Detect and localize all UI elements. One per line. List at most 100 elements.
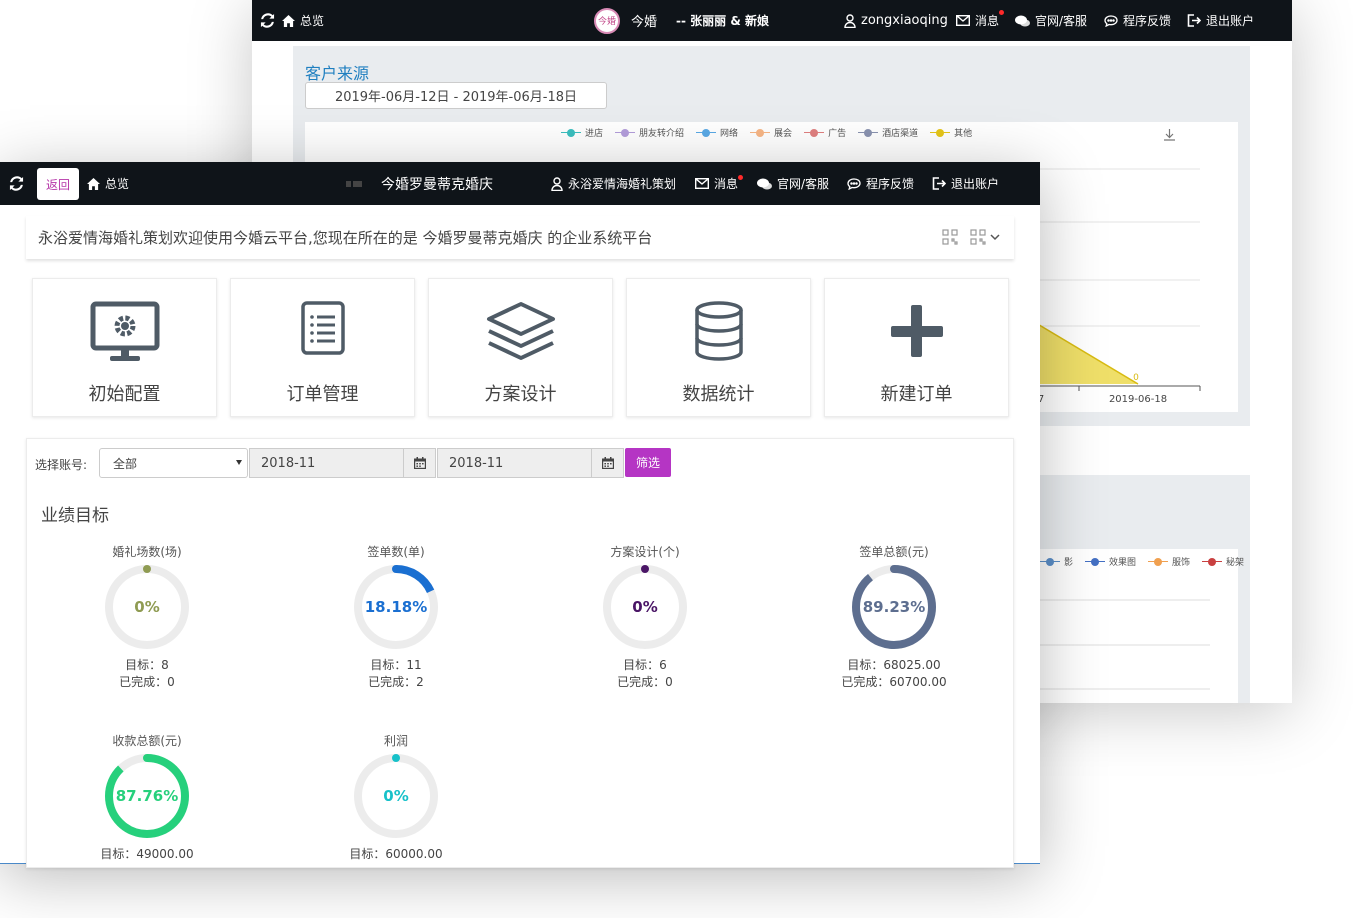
start-month-input[interactable]: 2018-11 — [249, 448, 404, 478]
gauge-completed: 已完成：0 — [617, 675, 673, 689]
tile-data-statistics[interactable]: 数据统计 — [626, 278, 811, 417]
gauge-start-dot — [641, 565, 649, 573]
gauge-target: 目标：6 — [623, 658, 667, 672]
list-document-icon — [300, 301, 345, 355]
tile-label: 订单管理 — [286, 384, 359, 405]
front-feedback-link[interactable]: 程序反馈 — [847, 162, 914, 205]
point-label: 0 — [1133, 373, 1139, 383]
welcome-tools — [942, 229, 1000, 245]
gauge-target: 目标：49000.00 — [100, 847, 194, 861]
refresh-icon — [260, 13, 275, 28]
comment-dots-icon — [847, 177, 861, 190]
envelope-icon — [695, 178, 709, 189]
tile-label: 方案设计 — [484, 384, 557, 405]
back-logout-label: 退出账户 — [1206, 14, 1255, 28]
back-site-service-label: 官网/客服 — [1035, 14, 1088, 28]
gauge-completed: 已完成：60700.00 — [841, 675, 947, 689]
target-gauge: 方案设计(个) 0% 目标：6 已完成：0 — [565, 543, 725, 693]
back-user-menu[interactable]: zongxiaoqing — [844, 0, 948, 41]
date-range-picker[interactable]: 2019年-06月-12日 - 2019年-06月-18日 — [305, 82, 607, 109]
chat-bubbles-icon — [1015, 15, 1030, 26]
tile-label: 初始配置 — [88, 384, 161, 405]
start-calendar-button[interactable] — [403, 448, 436, 478]
customer-source-title: 客户来源 — [305, 64, 370, 83]
gauge-completed: 已完成：0 — [119, 675, 175, 689]
gauge-percent: 89.23% — [862, 598, 926, 616]
performance-panel: 选择账号: 全部 2018-11 2018-11 筛选 业绩目标 婚礼场数(场)… — [26, 438, 1014, 868]
front-user-name: 永浴爱情海婚礼策划 — [568, 177, 677, 191]
back-overview-label: 总览 — [300, 14, 325, 28]
refresh-icon — [9, 176, 24, 191]
account-filter-label: 选择账号: — [35, 458, 88, 472]
logout-icon — [1187, 14, 1201, 27]
front-messages-label: 消息 — [714, 177, 739, 191]
brand-name: 今婚 — [631, 15, 658, 30]
qrcode-dropdown[interactable] — [970, 229, 1000, 245]
tile-new-order[interactable]: 新建订单 — [824, 278, 1009, 417]
back-logout-link[interactable]: 退出账户 — [1187, 0, 1254, 41]
front-refresh-button[interactable] — [9, 162, 24, 205]
chart-gridlines — [1040, 599, 1210, 690]
front-window: 返回 总览 今婚罗曼蒂克婚庆 永浴爱情海婚礼策划 消息 官网/客服 程序反馈 退… — [0, 162, 1040, 868]
gauge-percent: 0% — [632, 598, 658, 616]
tile-initial-config[interactable]: 初始配置 — [32, 278, 217, 417]
gauge-percent: 87.76% — [115, 787, 179, 805]
chevron-down-icon — [990, 233, 1000, 240]
comment-dots-icon — [1104, 14, 1118, 27]
gauge-completed: 已完成：2 — [368, 675, 424, 689]
front-messages-link[interactable]: 消息 — [695, 162, 738, 205]
back-unread-dot — [999, 10, 1004, 15]
back-refresh-button[interactable] — [260, 0, 275, 41]
back-messages-link[interactable]: 消息 — [956, 0, 999, 41]
calendar-icon — [413, 457, 426, 469]
user-icon — [551, 176, 563, 191]
gauge-percent: 18.18% — [364, 598, 428, 616]
gauge-target: 目标：68025.00 — [847, 658, 941, 672]
couple-name: -- 张丽丽 & 新娘 — [676, 14, 769, 28]
gauge-start-dot — [143, 754, 151, 762]
envelope-icon — [956, 15, 970, 26]
account-select[interactable]: 全部 — [99, 448, 248, 478]
return-button[interactable]: 返回 — [37, 168, 79, 200]
home-icon — [282, 14, 295, 27]
brand-logo: 今婚 今婚 — [594, 0, 657, 41]
end-calendar-button[interactable] — [591, 448, 624, 478]
front-user-menu[interactable]: 永浴爱情海婚礼策划 — [551, 162, 676, 205]
logo-badge: 今婚 — [594, 7, 620, 34]
quick-action-tiles: 初始配置 订单管理 方案设计 数据统计 新建订单 — [32, 278, 1012, 418]
qrcode-icon[interactable] — [942, 229, 958, 245]
front-overview-label: 总览 — [105, 177, 130, 191]
filter-button[interactable]: 筛选 — [625, 448, 671, 477]
calendar-icon — [601, 457, 614, 469]
gauge-target: 目标：11 — [370, 658, 422, 672]
welcome-bar: 永浴爱情海婚礼策划欢迎使用今婚云平台,您现在所在的是 今婚罗曼蒂克婚庆 的企业系… — [26, 216, 1014, 259]
welcome-message: 永浴爱情海婚礼策划欢迎使用今婚云平台,您现在所在的是 今婚罗曼蒂克婚庆 的企业系… — [38, 229, 653, 247]
end-month-input[interactable]: 2018-11 — [437, 448, 592, 478]
back-messages-label: 消息 — [975, 14, 1000, 28]
back-user-name: zongxiaoqing — [861, 13, 948, 28]
gauge-start-dot — [392, 754, 400, 762]
target-gauge: 签单数(单) 18.18% 目标：11 已完成：2 — [316, 543, 476, 693]
target-gauge: 婚礼场数(场) 0% 目标：8 已完成：0 — [67, 543, 227, 693]
back-topbar: 总览 今婚 今婚 -- 张丽丽 & 新娘 zongxiaoqing 消息 官网/… — [252, 0, 1292, 41]
front-feedback-label: 程序反馈 — [866, 177, 915, 191]
account-select-value: 全部 — [113, 456, 138, 471]
database-icon — [694, 301, 743, 361]
front-topbar: 返回 总览 今婚罗曼蒂克婚庆 永浴爱情海婚礼策划 消息 官网/客服 程序反馈 退… — [0, 162, 1040, 205]
front-site-service-link[interactable]: 官网/客服 — [757, 162, 829, 205]
tile-plan-design[interactable]: 方案设计 — [428, 278, 613, 417]
back-overview-link[interactable]: 总览 — [282, 0, 324, 41]
front-logout-link[interactable]: 退出账户 — [932, 162, 999, 205]
tile-order-management[interactable]: 订单管理 — [230, 278, 415, 417]
front-overview-link[interactable]: 总览 — [87, 162, 129, 205]
user-icon — [844, 13, 856, 28]
back-feedback-link[interactable]: 程序反馈 — [1104, 0, 1171, 41]
gauge-percent: 0% — [134, 598, 160, 616]
store-name: 今婚罗曼蒂克婚庆 — [381, 176, 493, 193]
layers-icon — [486, 302, 555, 360]
home-icon — [87, 177, 100, 190]
store-logo-icon — [344, 162, 366, 205]
back-site-service-link[interactable]: 官网/客服 — [1015, 0, 1087, 41]
tile-label: 新建订单 — [880, 384, 953, 405]
gauge-target: 目标：60000.00 — [349, 847, 443, 861]
